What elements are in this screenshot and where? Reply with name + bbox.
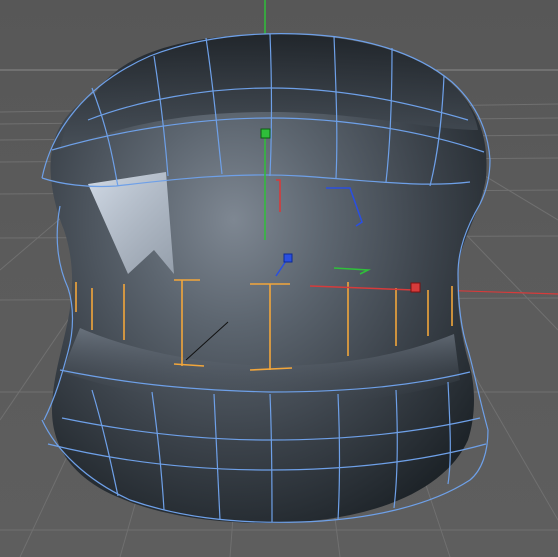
viewport-canvas[interactable]	[0, 0, 558, 557]
3d-viewport[interactable]	[0, 0, 558, 557]
y-handle-icon[interactable]	[260, 128, 271, 139]
mesh-object[interactable]	[41, 33, 491, 524]
z-handle-icon[interactable]	[283, 253, 293, 263]
x-handle-icon[interactable]	[410, 282, 421, 293]
